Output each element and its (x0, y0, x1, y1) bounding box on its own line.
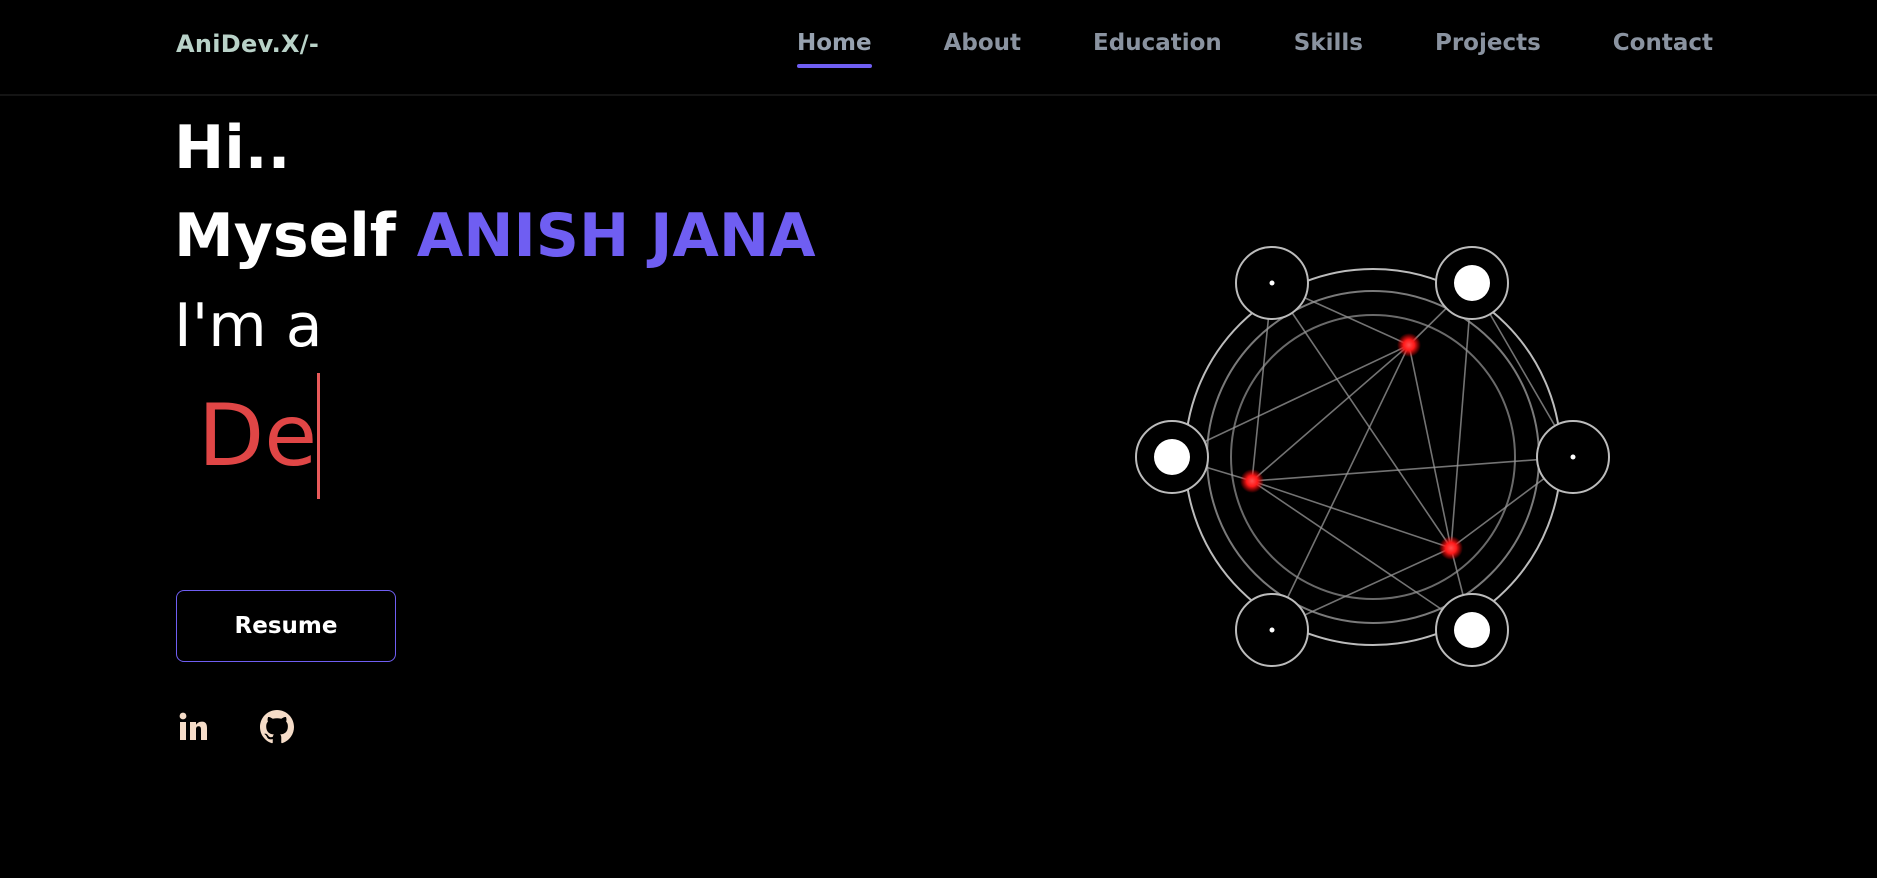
network-lines (1171, 282, 1574, 631)
linkedin-icon (179, 712, 207, 740)
orbit-node (1135, 420, 1209, 494)
nav-projects[interactable]: Projects (1435, 30, 1541, 68)
middle-ring (1206, 290, 1540, 624)
navbar: AniDev.X/- Home About Education Skills P… (0, 0, 1877, 96)
network-orbit-graphic (1120, 230, 1620, 680)
nav-home[interactable]: Home (796, 30, 872, 68)
brand-logo[interactable]: AniDev.X/- (176, 30, 319, 58)
typing-cursor (317, 373, 321, 499)
typed-role-text: De (198, 386, 318, 486)
red-node (1397, 333, 1421, 357)
orbit-node (1536, 420, 1610, 494)
hero-intro-line: Myself ANISH JANA (174, 200, 816, 272)
nav-about[interactable]: About (944, 30, 1021, 68)
red-node (1439, 536, 1463, 560)
github-icon (260, 710, 294, 744)
hero-intro: Myself (174, 201, 396, 271)
hero-role-prefix: I'm a (174, 291, 323, 361)
red-node (1240, 469, 1264, 493)
github-link[interactable] (260, 710, 294, 744)
nav-contact[interactable]: Contact (1613, 30, 1713, 68)
inner-ring (1230, 314, 1516, 600)
hero-greeting: Hi.. (174, 113, 291, 183)
social-links (176, 710, 294, 744)
hero-name: ANISH JANA (416, 201, 816, 271)
nav-skills[interactable]: Skills (1294, 30, 1363, 68)
orbit-node (1435, 246, 1509, 320)
orbit-node (1235, 593, 1309, 667)
main-nav: Home About Education Skills Projects Con… (796, 30, 1713, 68)
nav-education[interactable]: Education (1093, 30, 1222, 68)
page: AniDev.X/- Home About Education Skills P… (0, 0, 1877, 878)
resume-button[interactable]: Resume (176, 590, 396, 662)
outer-ring (1184, 268, 1562, 646)
orbit-node (1235, 246, 1309, 320)
orbit-node (1435, 593, 1509, 667)
linkedin-link[interactable] (176, 710, 210, 744)
orbit-svg (1135, 246, 1610, 667)
typewriter: De (198, 372, 321, 500)
